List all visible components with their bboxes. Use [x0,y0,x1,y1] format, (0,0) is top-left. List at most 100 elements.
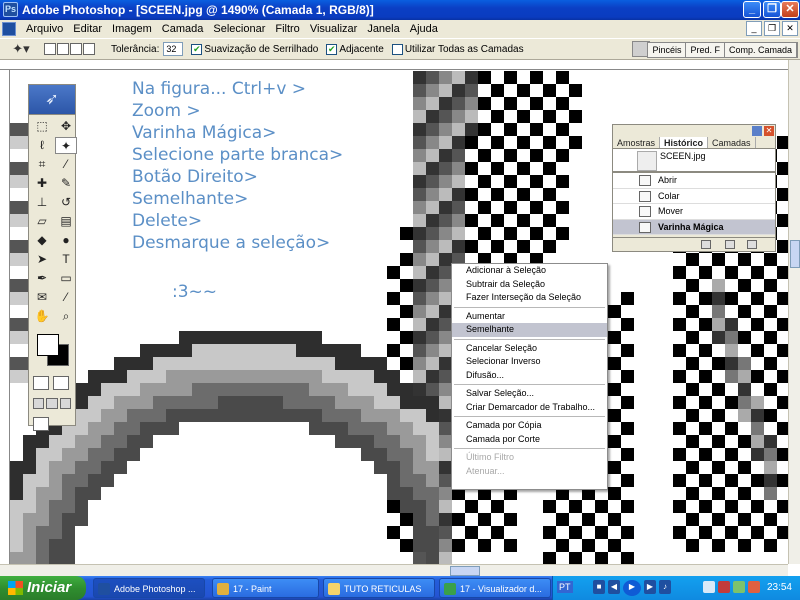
tab-amostras[interactable]: Amostras [613,137,661,148]
horizontal-scrollbar[interactable] [0,564,788,576]
document-minimize-button[interactable]: _ [746,21,762,36]
hand-tool-icon[interactable]: ✋ [31,308,53,325]
dodge-tool-icon[interactable]: ● [55,232,77,249]
shield-icon[interactable] [748,581,760,593]
imageready-icon[interactable] [33,417,49,431]
start-button[interactable]: Iniciar [0,576,86,600]
contiguous-checkbox[interactable]: ✔ Adjacente [326,43,384,55]
network-icon[interactable] [703,581,715,593]
history-brush-tool-icon[interactable]: ↺ [55,194,77,211]
language-indicator[interactable]: PT [557,581,573,593]
palette-well-tab-layer-comps[interactable]: Comp. Camada [724,43,797,57]
security-alert-icon[interactable] [718,581,730,593]
subtract-selection-icon[interactable] [70,43,82,55]
context-menu-item[interactable]: Fazer Interseção da Seleção [452,291,607,305]
context-menu-item[interactable]: Subtrair da Seleção [452,278,607,292]
menu-selecionar[interactable]: Selecionar [208,23,270,35]
intersect-selection-icon[interactable] [83,43,95,55]
clone-stamp-tool-icon[interactable]: ⊥ [31,194,53,211]
lasso-tool-icon[interactable]: ℓ [31,137,53,154]
new-snapshot-icon[interactable] [725,240,735,249]
context-menu-item[interactable]: Cancelar Seleção [452,342,607,356]
new-selection-icon[interactable] [44,43,56,55]
palette-well-tab-presets[interactable]: Pred. F [686,43,725,57]
document-icon[interactable] [2,22,16,36]
document-restore-button[interactable]: ❐ [764,21,780,36]
add-selection-icon[interactable] [57,43,69,55]
delete-state-icon[interactable] [747,240,757,249]
full-screen-icon[interactable] [59,398,71,409]
new-document-from-state-icon[interactable] [701,240,711,249]
play-icon[interactable]: ▶ [623,580,641,596]
pen-tool-icon[interactable]: ✒ [31,270,53,287]
foreground-color-swatch[interactable] [37,334,59,356]
taskbar-button[interactable]: Adobe Photoshop ... [93,578,205,598]
tool-preset-picker-icon[interactable]: ✦▾ [10,40,32,58]
palette-header[interactable]: ✕ [613,125,775,137]
brush-tool-icon[interactable]: ✎ [55,175,77,192]
eyedropper-tool-icon[interactable]: ⁄ [55,289,77,306]
antialias-checkbox[interactable]: ✔ Suavização de Serrilhado [191,43,318,55]
context-menu-item[interactable]: Semelhante [452,323,607,337]
tolerance-input[interactable]: 32 [163,42,184,56]
minimize-button[interactable]: _ [743,1,761,18]
context-menu-item[interactable]: Aumentar [452,310,607,324]
menu-ajuda[interactable]: Ajuda [405,23,443,35]
context-menu-item[interactable]: Difusão... [452,369,607,383]
all-layers-checkbox[interactable]: Utilizar Todas as Camadas [391,43,524,55]
eraser-tool-icon[interactable]: ▱ [31,213,53,230]
antivirus-icon[interactable] [733,581,745,593]
menu-janela[interactable]: Janela [362,23,404,35]
feather-logo-icon[interactable]: ➶ [29,85,75,115]
palette-close-button[interactable]: ✕ [764,126,774,136]
context-menu-item[interactable]: Salvar Seleção... [452,387,607,401]
standard-screen-icon[interactable] [33,398,45,409]
full-screen-menu-icon[interactable] [46,398,58,409]
context-menu-item[interactable]: Camada por Corte [452,433,607,447]
history-snapshot[interactable]: SCEEN.jpg [613,149,775,173]
gradient-tool-icon[interactable]: ▤ [55,213,77,230]
horizontal-scroll-thumb[interactable] [450,566,480,576]
history-step[interactable]: Colar [613,188,775,204]
next-icon[interactable]: ▶ [644,580,656,594]
taskbar-button[interactable]: TUTO RETICULAS [323,578,435,598]
menu-editar[interactable]: Editar [68,23,107,35]
context-menu-item[interactable]: Criar Demarcador de Trabalho... [452,401,607,415]
close-button[interactable]: ✕ [781,1,799,18]
zoom-tool-icon[interactable]: ⌕ [55,308,77,325]
history-step[interactable]: Abrir [613,173,775,189]
menu-visualizar[interactable]: Visualizar [305,23,363,35]
healing-brush-tool-icon[interactable]: ✚ [31,175,53,192]
tab-camadas[interactable]: Camadas [708,137,756,148]
menu-arquivo[interactable]: Arquivo [21,23,68,35]
tab-historico[interactable]: Histórico [660,137,709,148]
history-step[interactable]: Mover [613,204,775,220]
menu-camada[interactable]: Camada [157,23,209,35]
maximize-button[interactable]: ❐ [763,1,781,18]
history-step[interactable]: Varinha Mágica [613,219,775,235]
palette-well-tab-brushes[interactable]: Pincéis [648,43,687,57]
shape-tool-icon[interactable]: ▭ [55,270,77,287]
taskbar-button[interactable]: 17 - Visualizador d... [439,578,551,598]
marquee-tool-icon[interactable]: ⬚ [31,118,53,135]
blur-tool-icon[interactable]: ◆ [31,232,53,249]
magic-wand-tool-icon[interactable]: ✦ [55,137,77,154]
menu-imagem[interactable]: Imagem [107,23,157,35]
vertical-scroll-thumb[interactable] [790,240,800,268]
menu-filtro[interactable]: Filtro [270,23,304,35]
move-tool-icon[interactable]: ✥ [55,118,77,135]
quick-mask-mode-icon[interactable] [53,376,69,390]
slice-tool-icon[interactable]: ⁄ [55,156,77,173]
context-menu-item[interactable]: Camada por Cópia [452,419,607,433]
document-close-button[interactable]: ✕ [782,21,798,36]
context-menu-item[interactable]: Adicionar à Seleção [452,264,607,278]
stop-icon[interactable]: ■ [593,580,605,594]
taskbar-button[interactable]: 17 - Paint [212,578,319,598]
type-tool-icon[interactable]: T [55,251,77,268]
context-menu-item[interactable]: Selecionar Inverso [452,355,607,369]
path-selection-tool-icon[interactable]: ➤ [31,251,53,268]
crop-tool-icon[interactable]: ⌗ [31,156,53,173]
volume-icon[interactable]: ♪ [659,580,671,594]
standard-mode-icon[interactable] [33,376,49,390]
previous-icon[interactable]: ◀ [608,580,620,594]
